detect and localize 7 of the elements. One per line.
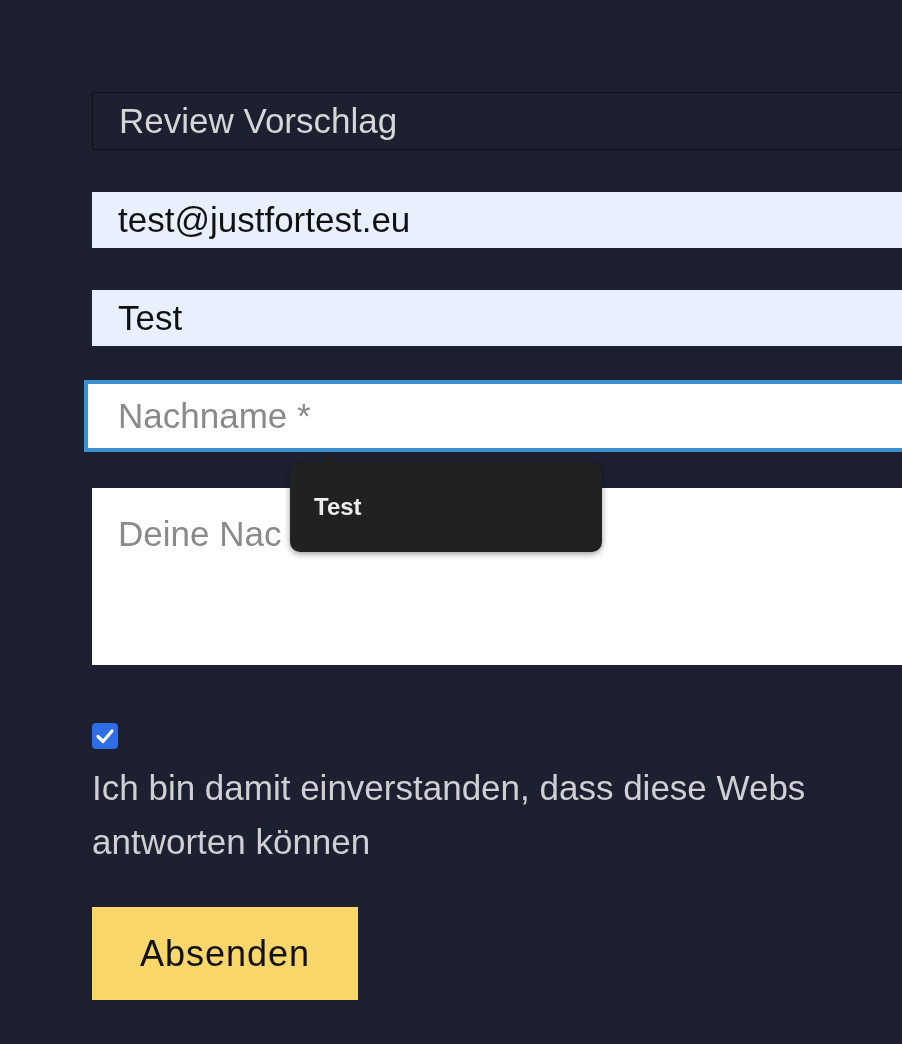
autofill-tooltip[interactable]: Test [290,463,602,552]
consent-checkbox[interactable] [92,723,118,749]
submit-button[interactable]: Absenden [92,907,358,1000]
consent-text: Ich bin damit einverstanden, dass diese Webs antworten können [92,767,807,863]
email-field[interactable]: test@justfortest.eu [92,192,902,248]
first-name-field[interactable]: Test [92,290,902,346]
subject-field[interactable]: Review Vorschlag [92,92,902,150]
